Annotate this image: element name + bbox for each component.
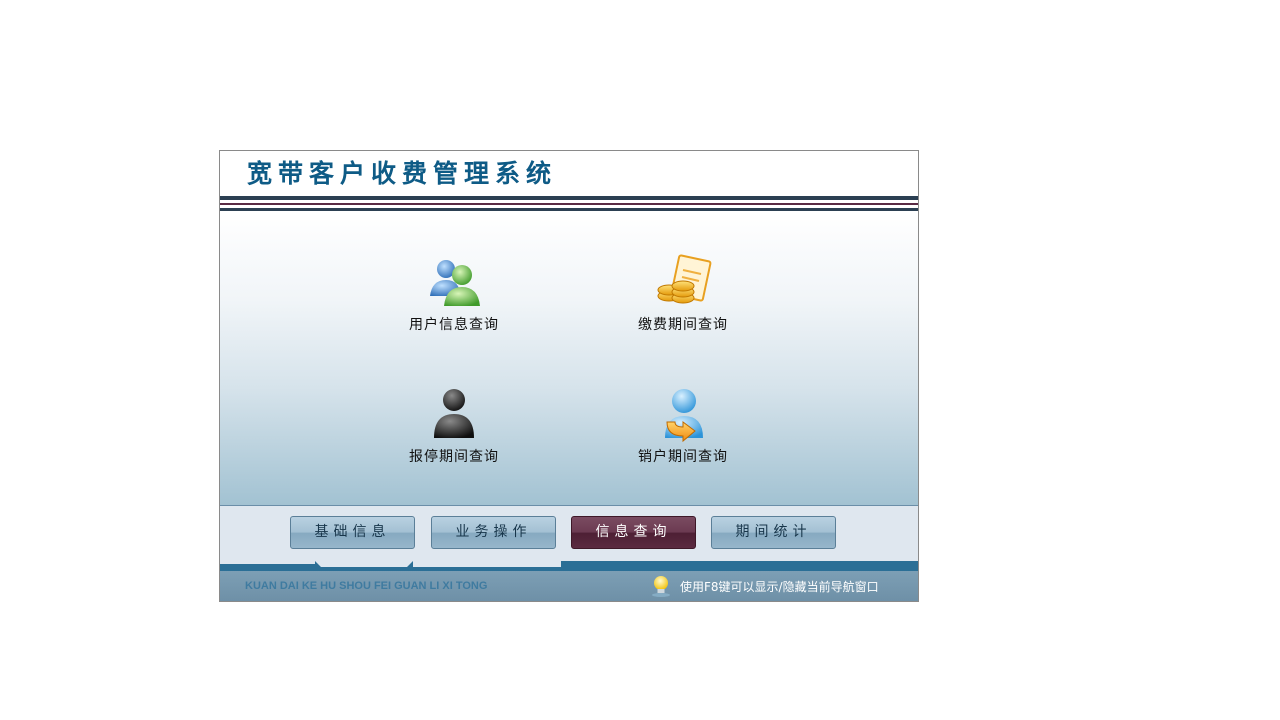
header-divider: [220, 203, 918, 205]
function-panel: 用户信息查询 缴费期间查询 报停期间查询 销户期间查询: [220, 212, 918, 505]
tile-label: 缴费期间查询: [638, 317, 728, 333]
lightbulb-icon: [652, 576, 670, 597]
suspend-user-icon: [434, 389, 474, 438]
header: 宽带客户收费管理系统: [220, 151, 918, 197]
footer-pinyin: KUAN DAI KE HU SHOU FEI GUAN LI XI TONG: [245, 580, 488, 592]
footer-band: [220, 561, 918, 571]
tile-suspend-period-query[interactable]: 报停期间查询: [384, 384, 524, 466]
cancel-account-icon: [665, 389, 703, 443]
navigation-bar: 基础信息 业务操作 信息查询 期间统计: [220, 505, 918, 562]
tile-label: 用户信息查询: [409, 317, 499, 333]
app-title: 宽带客户收费管理系统: [247, 159, 558, 188]
users-icon: [430, 260, 480, 306]
header-divider: [220, 208, 918, 211]
main-window: 宽带客户收费管理系统 用户信息查询 缴费期间查询 报停期间查询 销户期间查询 基…: [219, 150, 919, 602]
tile-label: 报停期间查询: [409, 449, 499, 465]
status-bar: KUAN DAI KE HU SHOU FEI GUAN LI XI TONG …: [220, 571, 918, 601]
footer-tip: 使用F8键可以显示/隐藏当前导航窗口: [680, 580, 879, 594]
tile-user-info-query[interactable]: 用户信息查询: [384, 252, 524, 334]
header-divider: [220, 196, 918, 200]
nav-button-basic-info[interactable]: 基础信息: [290, 516, 415, 549]
tile-label: 销户期间查询: [638, 449, 728, 465]
tile-cancel-account-query[interactable]: 销户期间查询: [613, 384, 753, 466]
nav-button-period-stats[interactable]: 期间统计: [711, 516, 836, 549]
nav-button-business-ops[interactable]: 业务操作: [431, 516, 556, 549]
payment-icon: [657, 254, 712, 304]
nav-button-info-query[interactable]: 信息查询: [571, 516, 696, 549]
tile-payment-period-query[interactable]: 缴费期间查询: [613, 252, 753, 334]
